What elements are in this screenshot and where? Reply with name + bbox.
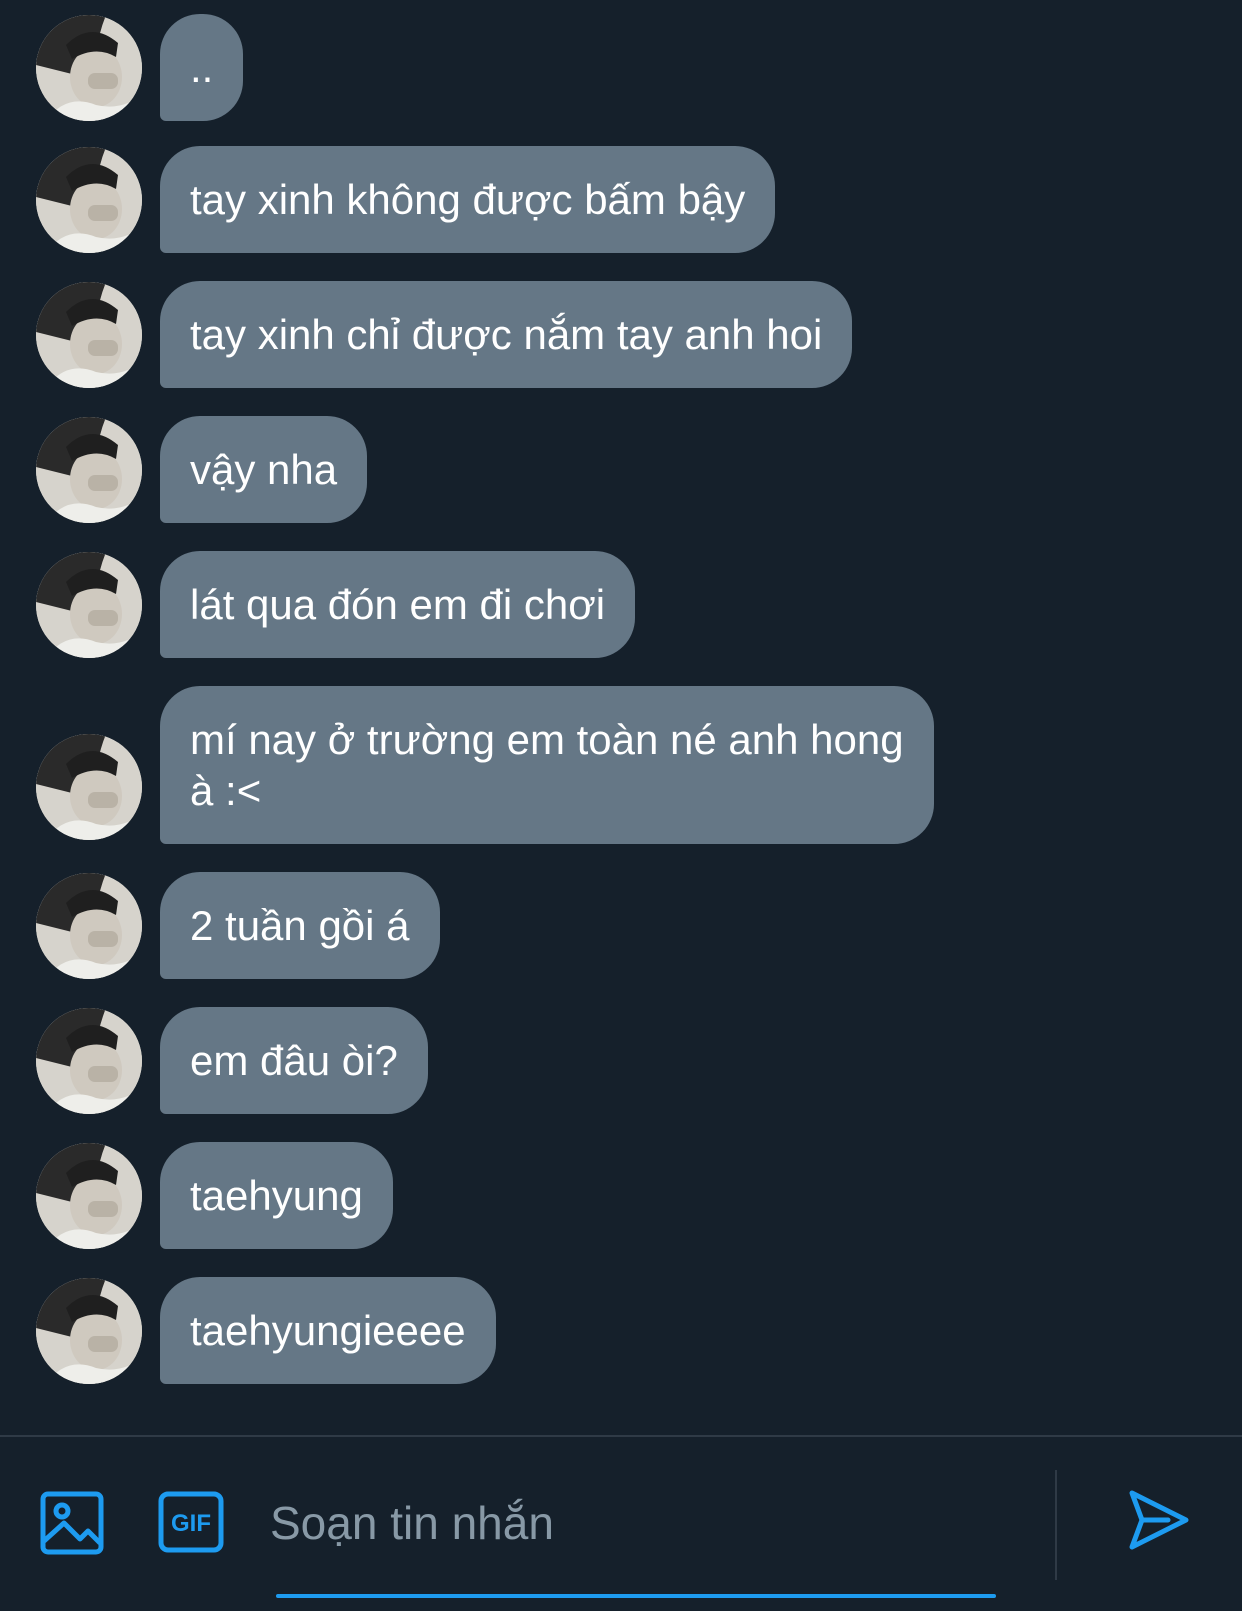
message-row: mí nay ở trường em toàn né anh hong à :< <box>36 686 934 844</box>
gif-label: GIF <box>171 1510 211 1537</box>
message-bubble[interactable]: 2 tuần gồi á <box>160 872 440 979</box>
avatar[interactable] <box>36 1278 142 1384</box>
message-composer: GIF <box>0 1437 1242 1611</box>
message-row: lát qua đón em đi chơi <box>36 551 636 658</box>
send-icon[interactable] <box>1128 1489 1190 1551</box>
message-input[interactable] <box>270 1487 995 1559</box>
message-row: taehyung <box>36 1142 393 1249</box>
gif-button[interactable]: GIF <box>158 1491 224 1553</box>
composer-vertical-divider <box>1055 1470 1057 1580</box>
conversation-thread: .. tay xinh không được bấm bậy tay xinh … <box>0 0 1242 1435</box>
avatar[interactable] <box>36 282 142 388</box>
avatar[interactable] <box>36 734 142 840</box>
message-row: tay xinh không được bấm bậy <box>36 146 776 253</box>
avatar-photo-icon <box>36 1143 142 1249</box>
message-bubble[interactable]: em đâu òi? <box>160 1007 428 1114</box>
message-row: taehyungieeee <box>36 1277 496 1384</box>
message-bubble[interactable]: mí nay ở trường em toàn né anh hong à :< <box>160 686 934 844</box>
message-row: .. <box>36 14 244 121</box>
avatar[interactable] <box>36 147 142 253</box>
message-bubble[interactable]: vậy nha <box>160 416 368 523</box>
avatar-photo-icon <box>36 282 142 388</box>
message-bubble[interactable]: taehyungieeee <box>160 1277 496 1384</box>
avatar[interactable] <box>36 417 142 523</box>
message-bubble[interactable]: .. <box>160 14 244 121</box>
image-icon[interactable] <box>40 1491 104 1555</box>
avatar-photo-icon <box>36 1278 142 1384</box>
avatar-photo-icon <box>36 417 142 523</box>
message-bubble[interactable]: lát qua đón em đi chơi <box>160 551 636 658</box>
input-underline <box>276 1594 996 1598</box>
message-row: 2 tuần gồi á <box>36 872 440 979</box>
message-row: vậy nha <box>36 416 368 523</box>
message-bubble[interactable]: taehyung <box>160 1142 393 1249</box>
avatar-photo-icon <box>36 15 142 121</box>
message-row: tay xinh chỉ được nắm tay anh hoi <box>36 281 853 388</box>
avatar-photo-icon <box>36 734 142 840</box>
message-row: em đâu òi? <box>36 1007 428 1114</box>
avatar[interactable] <box>36 15 142 121</box>
message-bubble[interactable]: tay xinh không được bấm bậy <box>160 146 776 253</box>
avatar-photo-icon <box>36 147 142 253</box>
message-bubble[interactable]: tay xinh chỉ được nắm tay anh hoi <box>160 281 853 388</box>
avatar-photo-icon <box>36 552 142 658</box>
avatar[interactable] <box>36 1008 142 1114</box>
avatar[interactable] <box>36 873 142 979</box>
avatar-photo-icon <box>36 1008 142 1114</box>
avatar[interactable] <box>36 1143 142 1249</box>
avatar-photo-icon <box>36 873 142 979</box>
avatar[interactable] <box>36 552 142 658</box>
